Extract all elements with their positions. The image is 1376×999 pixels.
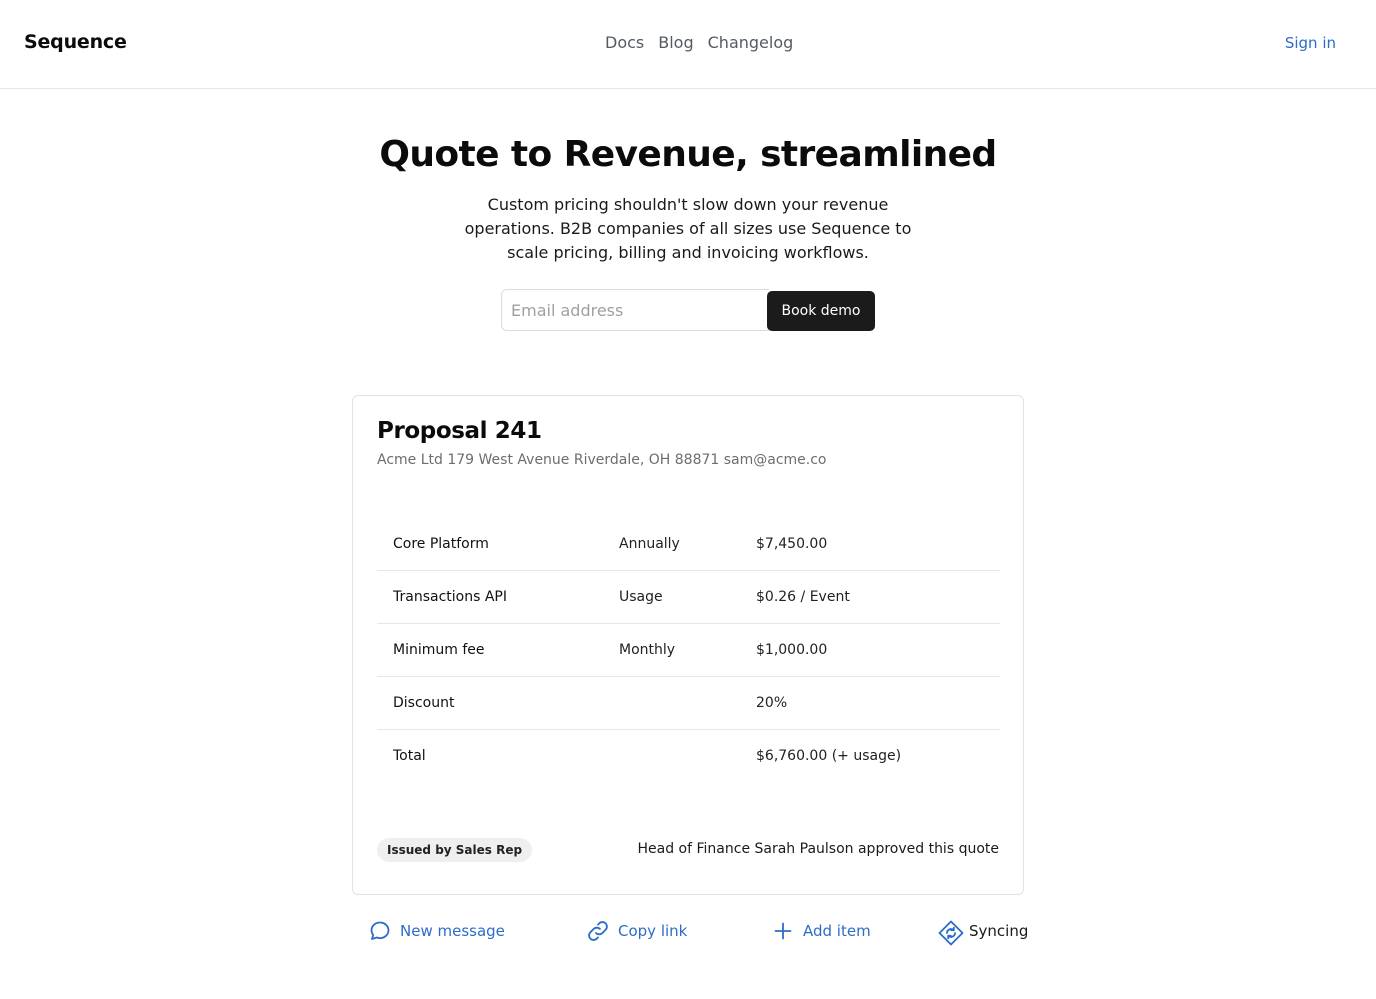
approval-status: Head of Finance Sarah Paulson approved t… xyxy=(637,841,1000,857)
item-price: $1,000.00 xyxy=(756,642,828,658)
nav-link-changelog[interactable]: Changelog xyxy=(708,33,794,52)
copy-link-label: Copy link xyxy=(618,922,688,940)
table-row: Transactions API Usage $0.26 / Event xyxy=(377,571,1000,624)
table-row: Discount 20% xyxy=(377,677,1000,730)
item-price: $7,450.00 xyxy=(756,536,828,552)
syncing-label: Syncing xyxy=(969,922,1029,940)
sync-icon xyxy=(937,919,964,946)
book-demo-button[interactable]: Book demo xyxy=(767,291,875,331)
item-name: Core Platform xyxy=(393,536,489,552)
plus-icon xyxy=(771,919,795,943)
syncing-status[interactable]: Syncing xyxy=(937,914,1028,948)
item-price: 20% xyxy=(756,695,788,711)
hero-subtitle: Custom pricing shouldn't slow down your … xyxy=(464,195,912,262)
copy-link-button[interactable]: Copy link xyxy=(586,914,687,948)
item-name: Discount xyxy=(393,695,455,711)
item-price: $0.26 / Event xyxy=(756,589,850,605)
item-name: Minimum fee xyxy=(393,642,485,658)
link-icon xyxy=(586,919,610,943)
brand-logo[interactable]: Sequence xyxy=(24,31,127,53)
main-nav: Docs Blog Changelog xyxy=(605,33,793,52)
item-frequency: Monthly xyxy=(619,642,676,658)
proposal-card: Proposal 241 Acme Ltd 179 West Avenue Ri… xyxy=(352,395,1024,895)
hero-title: Quote to Revenue, streamlined xyxy=(379,134,997,175)
item-name: Total xyxy=(393,748,426,764)
line-items-table: Core Platform Annually $7,450.00 Transac… xyxy=(377,518,1000,783)
item-frequency: Annually xyxy=(619,536,680,552)
table-row: Core Platform Annually $7,450.00 xyxy=(377,518,1000,571)
table-row-total: Total $6,760.00 (+ usage) xyxy=(377,730,1000,783)
proposal-title: Proposal 241 xyxy=(377,418,542,444)
issued-by-badge: Issued by Sales Rep xyxy=(377,838,533,862)
nav-link-docs[interactable]: Docs xyxy=(605,33,644,52)
email-input[interactable] xyxy=(501,289,769,331)
add-item-label: Add item xyxy=(803,922,871,940)
proposal-address: Acme Ltd 179 West Avenue Riverdale, OH 8… xyxy=(377,452,827,468)
item-frequency: Usage xyxy=(619,589,663,605)
chat-bubble-icon xyxy=(368,919,392,943)
new-message-button[interactable]: New message xyxy=(368,914,505,948)
item-name: Transactions API xyxy=(393,589,507,605)
item-price: $6,760.00 (+ usage) xyxy=(756,748,902,764)
new-message-label: New message xyxy=(400,922,505,940)
sign-in-link[interactable]: Sign in xyxy=(1285,34,1336,52)
table-row: Minimum fee Monthly $1,000.00 xyxy=(377,624,1000,677)
add-item-button[interactable]: Add item xyxy=(771,914,871,948)
nav-link-blog[interactable]: Blog xyxy=(658,33,693,52)
top-navigation-bar: Sequence Docs Blog Changelog Sign in xyxy=(0,0,1376,89)
